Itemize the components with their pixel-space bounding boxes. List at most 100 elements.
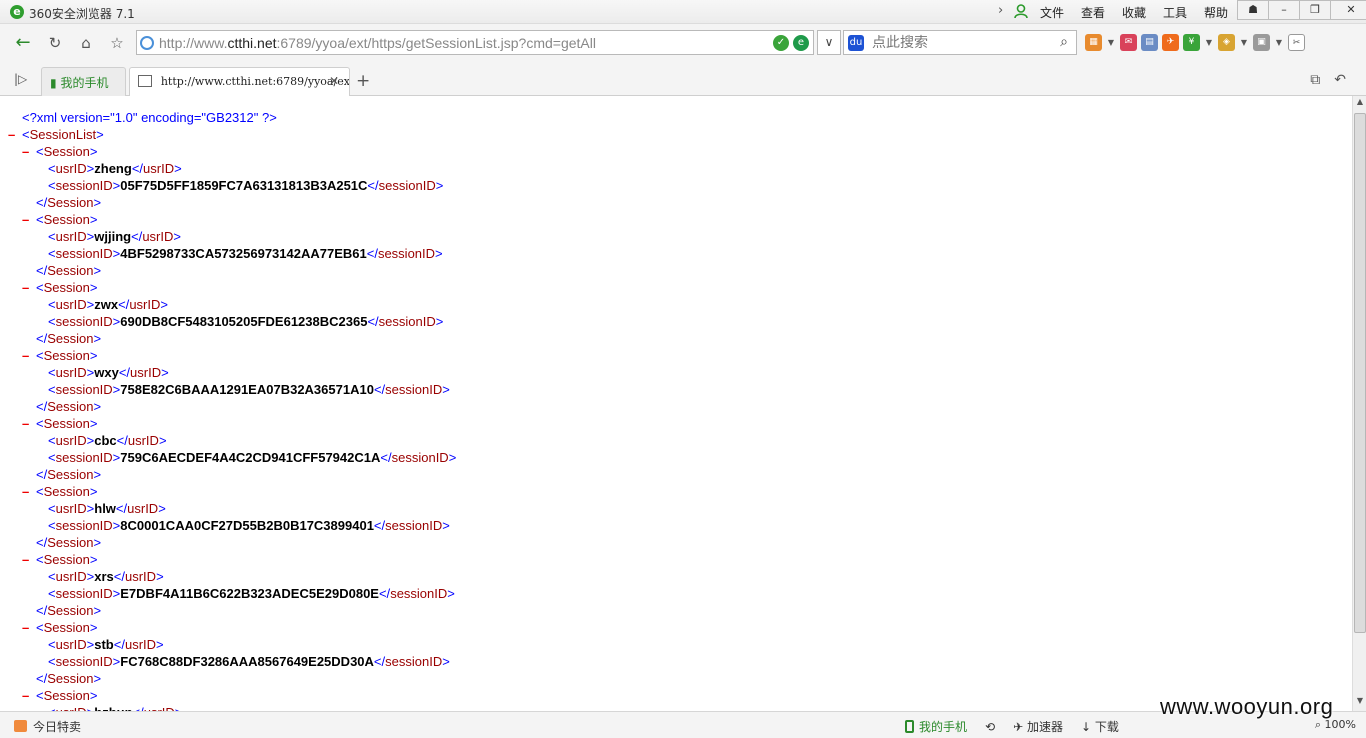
window-title: 360安全浏览器 7.1 — [29, 7, 135, 21]
flight-icon[interactable]: ✈ — [1162, 34, 1179, 51]
menu-view[interactable]: 查看 — [1081, 4, 1122, 21]
sessionid-value: 759C6AECDEF4A4C2CD941CFF57942C1A — [120, 450, 381, 465]
xml-session-open: – <Session> — [22, 551, 98, 568]
game-icon[interactable]: ◈ — [1218, 34, 1235, 51]
maximize-button[interactable]: ❐ — [1299, 0, 1331, 20]
caret-down-icon[interactable]: ▼ — [1204, 38, 1214, 47]
user-icon[interactable] — [1014, 4, 1028, 19]
cut-icon[interactable]: ✂ — [1288, 34, 1305, 51]
sessionid-value: 05F75D5FF1859FC7A63131813B3A251C — [120, 178, 368, 193]
skin-icon[interactable]: ☗ — [1237, 0, 1269, 20]
xml-session-open: – <Session> — [22, 211, 98, 228]
xml-usrid-line: <usrID>stb</usrID> — [48, 637, 164, 652]
menu-favorites[interactable]: 收藏 — [1122, 4, 1163, 21]
accelerator-button[interactable]: ✈ 加速器 — [1013, 718, 1063, 735]
xml-session-close: </Session> — [36, 263, 102, 278]
chevron-right-icon[interactable]: › — [998, 3, 1003, 18]
scroll-down-icon[interactable]: ▼ — [1354, 696, 1366, 710]
tab-label: http://www.ctthi.net:6789/yyoa/ext/https… — [160, 75, 350, 88]
money-shield-icon[interactable]: ¥ — [1183, 34, 1200, 51]
usrid-value: hlw — [94, 501, 116, 516]
sessionid-value: FC768C88DF3286AAA8567649E25DD30A — [120, 654, 374, 669]
close-tab-icon[interactable]: ✕ — [329, 74, 339, 88]
address-url[interactable]: http://www.ctthi.net:6789/yyoa/ext/https… — [159, 35, 596, 51]
usrid-value: stb — [94, 637, 114, 652]
scroll-thumb[interactable] — [1354, 113, 1366, 633]
security-shield-icon[interactable]: ✓ — [773, 35, 789, 51]
tab-session-list[interactable]: http://www.ctthi.net:6789/yyoa/ext/https… — [129, 67, 350, 97]
undo-close-icon[interactable]: ↶ — [1334, 72, 1346, 88]
scroll-up-icon[interactable]: ▲ — [1354, 97, 1366, 111]
phone-icon — [905, 720, 914, 733]
xml-session-open: – <Session> — [22, 143, 98, 160]
menu-tools[interactable]: 工具 — [1163, 4, 1204, 21]
download-icon: ↓ — [1080, 720, 1095, 734]
sidebar-toggle-icon[interactable]: |▷ — [14, 72, 27, 86]
xml-sessionid-line: <sessionID>690DB8CF5483105205FDE61238BC2… — [48, 314, 444, 329]
browser-logo-icon: e — [10, 5, 24, 19]
collapse-toggle[interactable]: – — [22, 551, 36, 568]
close-button[interactable]: ✕ — [1330, 0, 1366, 20]
home-icon[interactable]: ⌂ — [73, 30, 99, 56]
xml-usrid-line: <usrID>cbc</usrID> — [48, 433, 167, 448]
collapse-toggle[interactable]: – — [22, 143, 36, 160]
sessionid-value: 8C0001CAA0CF27D55B2B0B17C3899401 — [120, 518, 374, 533]
tab-bar: |▷ ▮ 我的手机 http://www.ctthi.net:6789/yyoa… — [0, 62, 1366, 97]
my-phone-link[interactable]: 我的手机 — [905, 718, 967, 735]
new-tab-button[interactable]: + — [356, 71, 370, 91]
xml-session-close: </Session> — [36, 671, 102, 686]
vertical-scrollbar[interactable]: ▲ ▼ — [1352, 96, 1366, 711]
speed-mode-icon[interactable]: e — [793, 35, 809, 51]
collapse-toggle[interactable]: – — [22, 415, 36, 432]
xml-session-open: – <Session> — [22, 687, 98, 704]
caret-down-icon[interactable]: ▼ — [1106, 38, 1116, 47]
apps-icon[interactable]: ▦ — [1085, 34, 1102, 51]
mail-icon[interactable]: ✉ — [1120, 34, 1137, 51]
collapse-toggle[interactable]: – — [22, 619, 36, 636]
menu-file[interactable]: 文件 — [1040, 4, 1081, 21]
collapse-toggle[interactable]: – — [22, 279, 36, 296]
back-arrow-icon[interactable]: ← — [10, 30, 36, 56]
xml-sessionid-line: <sessionID>4BF5298733CA573256973142AA77E… — [48, 246, 443, 261]
phone-icon: ▮ — [50, 76, 57, 90]
search-input[interactable] — [872, 33, 1042, 52]
network-icon[interactable]: ⟲ — [985, 720, 995, 734]
download-button[interactable]: ↓ 下载 — [1081, 718, 1119, 735]
sessionid-value: 690DB8CF5483105205FDE61238BC2365 — [120, 314, 368, 329]
daily-deal-link[interactable]: 今日特卖 — [14, 718, 81, 735]
star-icon[interactable]: ☆ — [104, 30, 130, 56]
xml-usrid-line: <usrID>wxy</usrID> — [48, 365, 169, 380]
collapse-toggle[interactable]: – — [22, 483, 36, 500]
collapse-toggle[interactable]: – — [22, 347, 36, 364]
tab-list-icon[interactable]: ⧉ — [1310, 72, 1320, 88]
tab-label: 我的手机 — [60, 76, 109, 90]
address-bar[interactable]: http://www.ctthi.net:6789/yyoa/ext/https… — [136, 30, 814, 55]
xml-usrid-line: <usrID>zwx</usrID> — [48, 297, 168, 312]
caret-down-icon[interactable]: ▼ — [1274, 38, 1284, 47]
refresh-icon[interactable]: ↻ — [42, 30, 68, 56]
xml-declaration: <?xml version="1.0" encoding="GB2312" ?> — [22, 110, 277, 125]
xml-session-open: – <Session> — [22, 347, 98, 364]
collapse-toggle[interactable]: – — [22, 211, 36, 228]
xml-root-open: – <SessionList> — [8, 126, 104, 143]
sessionid-value: 4BF5298733CA573256973142AA77EB61 — [120, 246, 367, 261]
collapse-toggle[interactable]: – — [8, 126, 22, 143]
search-engine-icon[interactable]: du — [848, 35, 864, 51]
xml-usrid-line: <usrID>xrs</usrID> — [48, 569, 164, 584]
minimize-button[interactable]: – — [1268, 0, 1300, 20]
window-controls: ☗ – ❐ ✕ — [1237, 0, 1366, 20]
calendar-icon[interactable]: ▤ — [1141, 34, 1158, 51]
tab-my-phone[interactable]: ▮ 我的手机 — [41, 67, 126, 96]
address-dropdown-chevron-icon[interactable]: ∨ — [817, 30, 841, 55]
usrid-value: zwx — [94, 297, 119, 312]
page-content: <?xml version="1.0" encoding="GB2312" ?>… — [0, 96, 1352, 711]
collapse-toggle[interactable]: – — [22, 687, 36, 704]
watermark: www.wooyun.org — [1160, 694, 1334, 719]
search-icon[interactable]: ⌕ — [1060, 34, 1068, 50]
caret-down-icon[interactable]: ▼ — [1239, 38, 1249, 47]
screenshot-icon[interactable]: ▣ — [1253, 34, 1270, 51]
title-bar: e 360安全浏览器 7.1 › 文件 查看 收藏 工具 帮助 ☗ – ❐ ✕ — [0, 0, 1366, 24]
search-box: du ⌕ — [843, 30, 1077, 55]
menu-bar: 文件 查看 收藏 工具 帮助 — [1040, 4, 1245, 21]
zoom-level[interactable]: ⌕ 100% — [1315, 718, 1356, 732]
